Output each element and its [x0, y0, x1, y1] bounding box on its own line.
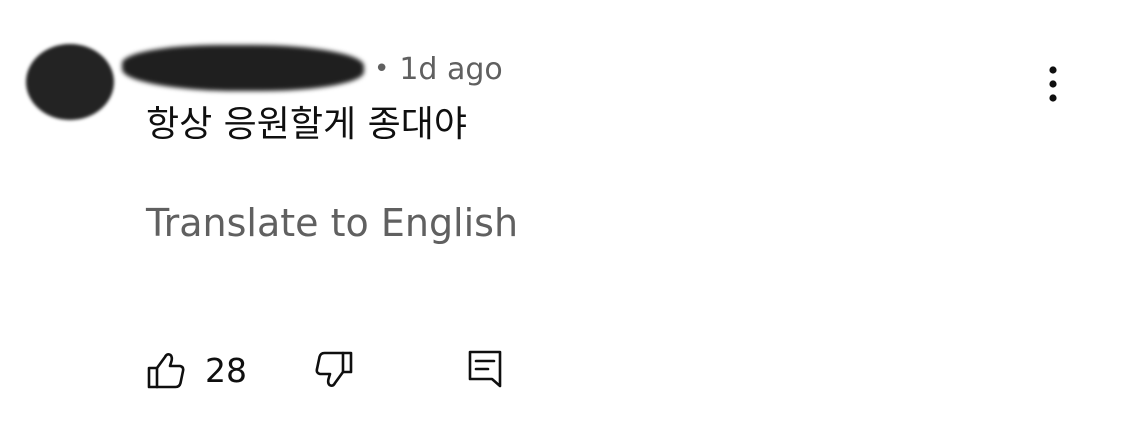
thumbs-up-icon [147, 353, 185, 389]
like-button[interactable]: 28 [146, 348, 247, 392]
translate-button[interactable]: Translate to English [146, 198, 518, 248]
reply-button[interactable] [466, 347, 504, 391]
avatar[interactable] [26, 44, 114, 120]
comment-text: 항상 응원할게 종대야 [146, 104, 467, 145]
meta-separator: • [374, 54, 390, 84]
dislike-button[interactable] [314, 348, 354, 392]
author-name-redacted[interactable] [122, 45, 364, 91]
more-options-button[interactable] [1030, 60, 1076, 108]
comment-timestamp: 1d ago [399, 51, 503, 87]
reply-comment-icon [468, 350, 502, 388]
like-count: 28 [205, 350, 247, 390]
more-vertical-icon [1049, 66, 1057, 102]
comment-meta: • 1d ago [374, 48, 503, 90]
thumbs-down-icon [315, 351, 353, 387]
